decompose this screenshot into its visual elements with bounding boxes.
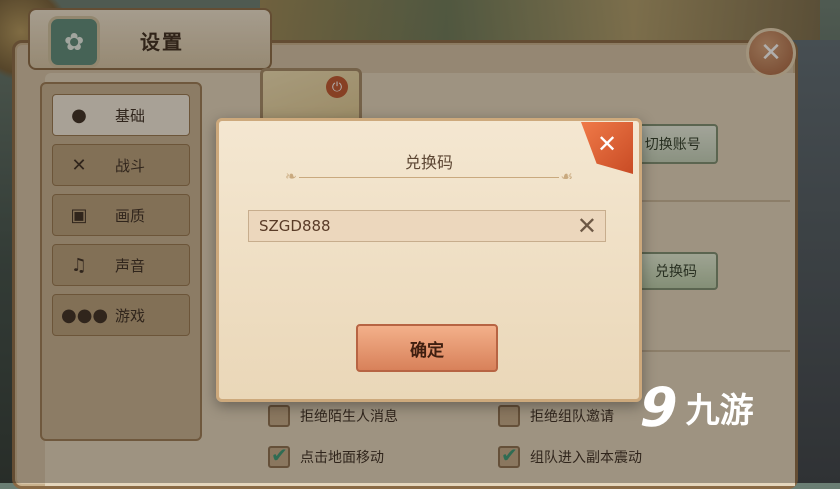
code-input-value: SZGD888 bbox=[259, 217, 331, 235]
leaf-ornament-icon: ❧ bbox=[285, 169, 297, 185]
watermark: 9 九游 bbox=[633, 376, 754, 439]
close-icon: ✕ bbox=[596, 130, 618, 158]
redeem-code-input[interactable]: SZGD888 ✕ bbox=[248, 210, 606, 242]
confirm-label: 确定 bbox=[410, 340, 444, 361]
dialog-title-rule bbox=[299, 177, 559, 178]
watermark-text: 九游 bbox=[685, 391, 754, 431]
dialog-title: 兑换码 bbox=[404, 153, 453, 172]
watermark-logo-icon: 9 bbox=[633, 376, 685, 439]
leaf-ornament-icon: ☙ bbox=[560, 169, 573, 185]
clear-icon[interactable]: ✕ bbox=[577, 212, 597, 240]
confirm-button[interactable]: 确定 bbox=[356, 324, 498, 372]
